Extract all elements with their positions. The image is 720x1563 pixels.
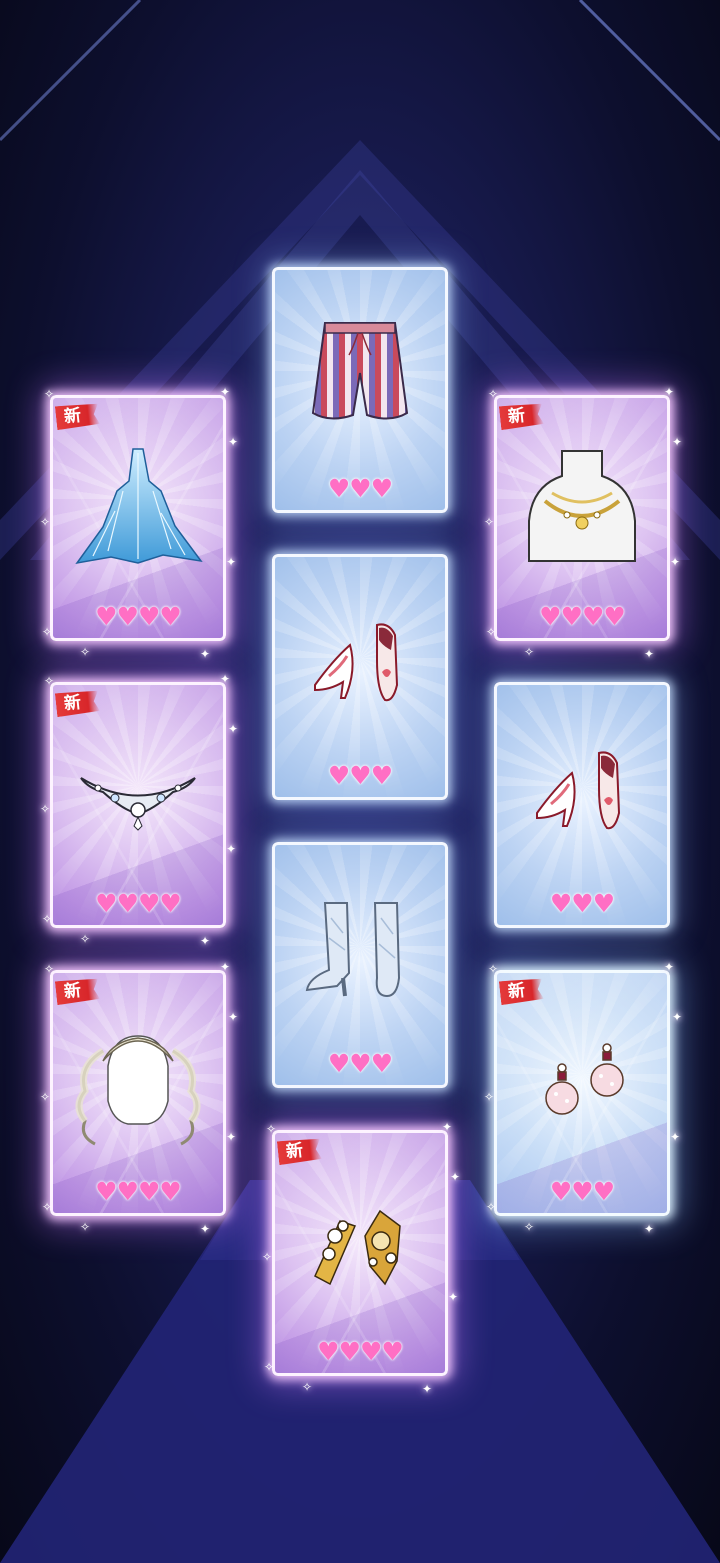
card-necklace[interactable]: 新 ♥♥♥♥ xyxy=(494,395,670,641)
card-heels-2[interactable]: ♥♥♥ xyxy=(494,682,670,928)
rarity-hearts: ♥♥♥ xyxy=(275,1051,445,1077)
heart-icon: ♥ xyxy=(571,889,593,918)
heart-icon: ♥ xyxy=(349,1049,371,1078)
heart-icon: ♥ xyxy=(338,1337,361,1366)
rarity-hearts: ♥♥♥♥ xyxy=(53,604,223,630)
jeweled-tiara-icon xyxy=(63,718,213,868)
heart-icon: ♥ xyxy=(370,474,393,503)
heart-icon: ♥ xyxy=(592,1177,615,1206)
gold-necklace-icon xyxy=(507,431,657,581)
sparkle-icon: ✦ xyxy=(450,1170,461,1184)
heart-icon: ♥ xyxy=(327,474,350,503)
crystal-boots-icon xyxy=(285,878,435,1028)
card-tiara[interactable]: 新 ♥♥♥♥ xyxy=(50,682,226,928)
heart-icon: ♥ xyxy=(549,1177,572,1206)
sparkle-icon: ✦ xyxy=(200,934,211,948)
sparkle-icon: ✧ xyxy=(484,515,495,529)
crystal-gown-icon xyxy=(63,431,213,581)
sparkle-icon: ✦ xyxy=(226,1130,237,1144)
sparkle-icon: ✧ xyxy=(80,1220,91,1234)
gold-flower-hairpins-icon xyxy=(285,1166,435,1316)
heart-icon: ♥ xyxy=(95,1177,117,1206)
rarity-hearts: ♥♥♥ xyxy=(497,891,667,917)
sparkle-icon: ✧ xyxy=(40,802,51,816)
striped-shorts-icon xyxy=(285,303,435,453)
pink-heels-icon xyxy=(507,718,657,868)
rarity-hearts: ♥♥♥♥ xyxy=(497,604,667,630)
sparkle-icon: ✦ xyxy=(670,1130,681,1144)
sparkle-icon: ✦ xyxy=(200,647,211,661)
sparkle-icon: ✧ xyxy=(302,1380,313,1394)
heart-icon: ♥ xyxy=(95,602,117,631)
heart-icon: ♥ xyxy=(138,1177,160,1206)
sparkle-icon: ✦ xyxy=(226,555,237,569)
card-shorts[interactable]: ♥♥♥ xyxy=(272,267,448,513)
sparkle-icon: ✦ xyxy=(672,435,683,449)
heart-icon: ♥ xyxy=(571,1177,593,1206)
card-earrings[interactable]: 新 ♥♥♥ xyxy=(494,970,670,1216)
card-wig[interactable]: 新 ♥♥♥♥ xyxy=(50,970,226,1216)
pink-heels-icon xyxy=(285,590,435,740)
rarity-hearts: ♥♥♥ xyxy=(275,763,445,789)
heart-icon: ♥ xyxy=(327,761,350,790)
sparkle-icon: ✦ xyxy=(672,1010,683,1024)
heart-icon: ♥ xyxy=(116,1177,139,1206)
heart-icon: ♥ xyxy=(349,761,371,790)
sparkle-icon: ✦ xyxy=(226,842,237,856)
heart-icon: ♥ xyxy=(116,602,139,631)
heart-icon: ♥ xyxy=(95,889,117,918)
heart-icon: ♥ xyxy=(370,1049,393,1078)
heart-icon: ♥ xyxy=(603,602,625,631)
rarity-hearts: ♥♥♥♥ xyxy=(53,891,223,917)
sparkle-icon: ✧ xyxy=(80,645,91,659)
pearl-earrings-icon xyxy=(507,1006,657,1156)
sparkle-icon: ✧ xyxy=(524,645,535,659)
heart-icon: ♥ xyxy=(138,889,160,918)
heart-icon: ♥ xyxy=(381,1337,403,1366)
sparkle-icon: ✦ xyxy=(200,1222,211,1236)
sparkle-icon: ✧ xyxy=(524,1220,535,1234)
card-gown[interactable]: 新 ♥♥♥♥ xyxy=(50,395,226,641)
heart-icon: ♥ xyxy=(592,889,615,918)
heart-icon: ♥ xyxy=(560,602,583,631)
sparkle-icon: ✦ xyxy=(644,1222,655,1236)
sparkle-icon: ✦ xyxy=(228,722,239,736)
rarity-hearts: ♥♥♥♥ xyxy=(275,1339,445,1365)
heart-icon: ♥ xyxy=(582,602,604,631)
card-hairpins[interactable]: 新 ♥♥♥♥ xyxy=(272,1130,448,1376)
sparkle-icon: ✦ xyxy=(644,647,655,661)
rarity-hearts: ♥♥♥ xyxy=(497,1179,667,1205)
sparkle-icon: ✦ xyxy=(422,1382,433,1396)
heart-icon: ♥ xyxy=(549,889,572,918)
rarity-hearts: ♥♥♥ xyxy=(275,476,445,502)
heart-icon: ♥ xyxy=(138,602,160,631)
heart-icon: ♥ xyxy=(349,474,371,503)
heart-icon: ♥ xyxy=(360,1337,382,1366)
sparkle-icon: ✦ xyxy=(228,1010,239,1024)
heart-icon: ♥ xyxy=(370,761,393,790)
sparkle-icon: ✧ xyxy=(80,932,91,946)
sparkle-icon: ✧ xyxy=(40,1090,51,1104)
card-boots[interactable]: ♥♥♥ xyxy=(272,842,448,1088)
heart-icon: ♥ xyxy=(159,1177,181,1206)
heart-icon: ♥ xyxy=(327,1049,350,1078)
sparkle-icon: ✧ xyxy=(484,1090,495,1104)
heart-icon: ♥ xyxy=(159,602,181,631)
rarity-hearts: ♥♥♥♥ xyxy=(53,1179,223,1205)
sparkle-icon: ✧ xyxy=(262,1250,273,1264)
heart-icon: ♥ xyxy=(159,889,181,918)
sparkle-icon: ✦ xyxy=(670,555,681,569)
heart-icon: ♥ xyxy=(539,602,561,631)
sparkle-icon: ✦ xyxy=(228,435,239,449)
heart-icon: ♥ xyxy=(317,1337,339,1366)
sparkle-icon: ✦ xyxy=(448,1290,459,1304)
curly-twin-tail-wig-icon xyxy=(63,1006,213,1156)
card-heels-1[interactable]: ♥♥♥ xyxy=(272,554,448,800)
heart-icon: ♥ xyxy=(116,889,139,918)
sparkle-icon: ✧ xyxy=(40,515,51,529)
